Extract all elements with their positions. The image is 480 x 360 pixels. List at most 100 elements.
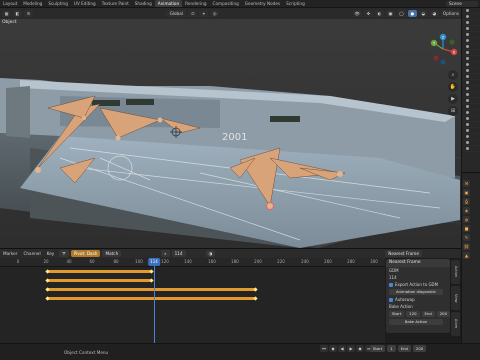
panel-header[interactable]: Nearest Frame: [386, 259, 450, 267]
tab-view[interactable]: View: [451, 286, 460, 310]
xray-icon[interactable]: ▣: [385, 10, 395, 17]
search-icon[interactable]: ⌕: [161, 250, 170, 257]
grid-icon[interactable]: ⊞: [448, 106, 458, 116]
workspace-tab-scripting[interactable]: Scripting: [283, 0, 308, 7]
object-icon: [466, 75, 469, 78]
action-strip[interactable]: [47, 279, 151, 282]
action-strip[interactable]: [47, 297, 255, 300]
scene-tab-icon[interactable]: ◈: [463, 207, 470, 214]
export-action-row[interactable]: Export Action to GDM: [386, 281, 450, 288]
bake-start-field[interactable]: 120: [406, 311, 420, 317]
view-nav-tools: ⌕ ✋ ▶ ⊞: [448, 70, 458, 118]
constraint-tab-icon[interactable]: ⛓: [463, 243, 470, 250]
workspace-tab-animation[interactable]: Animation: [154, 0, 183, 7]
workspace-tab-geometry-nodes[interactable]: Geometry Nodes: [242, 0, 283, 7]
ruler-tick: 20: [43, 259, 49, 264]
snap-dropdown[interactable]: Nearest Frame: [385, 250, 422, 257]
modifier-tab-icon[interactable]: ✎: [463, 234, 470, 241]
visibility-icon[interactable]: 👁: [352, 10, 362, 17]
keyframe[interactable]: [149, 269, 154, 274]
export-checkbox[interactable]: [389, 283, 393, 287]
view-toggle-icon[interactable]: ◑: [205, 250, 216, 257]
play-reverse-icon[interactable]: ◀: [338, 345, 346, 352]
workspace-tab-modeling[interactable]: Modeling: [20, 0, 45, 7]
proportional-icon[interactable]: ◎: [210, 10, 220, 17]
keyframe[interactable]: [253, 296, 258, 301]
playhead-frame-label[interactable]: 114: [148, 258, 160, 266]
workspace-tab-compositing[interactable]: Compositing: [210, 0, 242, 7]
navigation-gizmo[interactable]: Z X Y: [428, 32, 458, 66]
playhead[interactable]: [154, 258, 155, 343]
hull-number: 2001: [222, 132, 247, 143]
tab-action[interactable]: Action: [451, 260, 460, 284]
shading-render-icon[interactable]: ◕: [429, 10, 439, 17]
workspace-tab-uv-editing[interactable]: UV Editing: [71, 0, 99, 7]
bake-end-field[interactable]: 200: [436, 311, 450, 317]
pivot-icon[interactable]: ⊙: [188, 10, 198, 17]
dopesheet-tracks[interactable]: [0, 267, 385, 343]
workspace-tab-layout[interactable]: Layout: [0, 0, 20, 7]
play-icon[interactable]: ▶: [347, 345, 355, 352]
filter-icon[interactable]: ⛛: [59, 250, 69, 257]
transform-orientation[interactable]: Global: [166, 10, 187, 17]
object-icon: [466, 99, 469, 102]
animation-name-field[interactable]: Animation diagnostic: [389, 289, 443, 295]
editor-type-button[interactable]: ▦: [2, 10, 11, 17]
sync-dropdown[interactable]: Match: [102, 250, 122, 257]
snap-icon[interactable]: ⌖: [199, 10, 209, 17]
autoswap-row[interactable]: Autoswap: [386, 296, 450, 303]
object-icon: [466, 33, 469, 36]
data-tab-icon[interactable]: ▲: [463, 252, 470, 259]
menu-marker[interactable]: Marker: [0, 251, 20, 256]
outliner[interactable]: [462, 8, 480, 173]
jump-start-icon[interactable]: ⏮: [320, 345, 328, 352]
end-frame-field[interactable]: 200: [412, 345, 427, 352]
view-menu[interactable]: ≡: [24, 10, 33, 17]
outliner-row[interactable]: [462, 146, 480, 152]
shading-wire-icon[interactable]: ◯: [396, 10, 406, 17]
properties-tabs: ⚒ ▣ ⎙ ◈ ◍ ■ ✎ ⛓ ▲: [462, 178, 470, 261]
scene-selector[interactable]: Scene: [446, 1, 478, 7]
zoom-icon[interactable]: ⌕: [448, 70, 458, 80]
menu-key[interactable]: Key: [44, 251, 58, 256]
frame-ruler[interactable]: 0 20 40 60 80 100 120 140 160 180 200 220 240 260 280 3…: [0, 258, 385, 267]
bake-end-label: End: [421, 311, 435, 317]
object-icon: [466, 93, 469, 96]
overlays-icon[interactable]: ◐: [374, 10, 384, 17]
autoswap-checkbox[interactable]: [389, 298, 393, 302]
bake-action-button[interactable]: Bake Action: [389, 319, 443, 325]
prev-key-icon[interactable]: ◆: [329, 345, 337, 352]
start-frame-field[interactable]: 1: [387, 345, 396, 352]
next-key-icon[interactable]: ◆: [356, 345, 364, 352]
render-tab-icon[interactable]: ▣: [463, 189, 470, 196]
world-tab-icon[interactable]: ◍: [463, 216, 470, 223]
pivot-dropdown[interactable]: Pivot: Dash: [70, 250, 101, 257]
pan-hand-icon[interactable]: ✋: [448, 82, 458, 92]
workspace-tab-sculpting[interactable]: Sculpting: [45, 0, 71, 7]
keyframe[interactable]: [253, 287, 258, 292]
output-tab-icon[interactable]: ⎙: [463, 198, 470, 205]
options-button[interactable]: Options: [440, 10, 461, 17]
3d-viewport[interactable]: 2001: [0, 8, 461, 248]
keyframe[interactable]: [149, 278, 154, 283]
tab-anim[interactable]: Anim: [451, 312, 460, 336]
action-strip[interactable]: [47, 270, 151, 273]
menu-channel[interactable]: Channel: [20, 251, 43, 256]
object-icon: [466, 27, 469, 30]
tool-tab-icon[interactable]: ⚒: [463, 180, 470, 187]
ruler-tick: 220: [277, 259, 285, 264]
current-frame-field[interactable]: 114: [171, 250, 186, 257]
object-tab-icon[interactable]: ■: [463, 225, 470, 232]
shading-material-icon[interactable]: ◒: [418, 10, 428, 17]
workspace-tab-rendering[interactable]: Rendering: [182, 0, 209, 7]
object-icon: [466, 81, 469, 84]
shading-solid-icon[interactable]: ●: [407, 10, 417, 17]
workspace-tab-shading[interactable]: Shading: [132, 0, 155, 7]
mode-select[interactable]: ◧: [13, 10, 22, 17]
action-strip[interactable]: [47, 288, 255, 291]
workspace-tab-texture-paint[interactable]: Texture Paint: [99, 0, 132, 7]
object-icon: [466, 45, 469, 48]
active-object-label: Object: [2, 20, 17, 25]
camera-icon[interactable]: ▶: [448, 94, 458, 104]
gizmo-toggle-icon[interactable]: ✥: [363, 10, 373, 17]
